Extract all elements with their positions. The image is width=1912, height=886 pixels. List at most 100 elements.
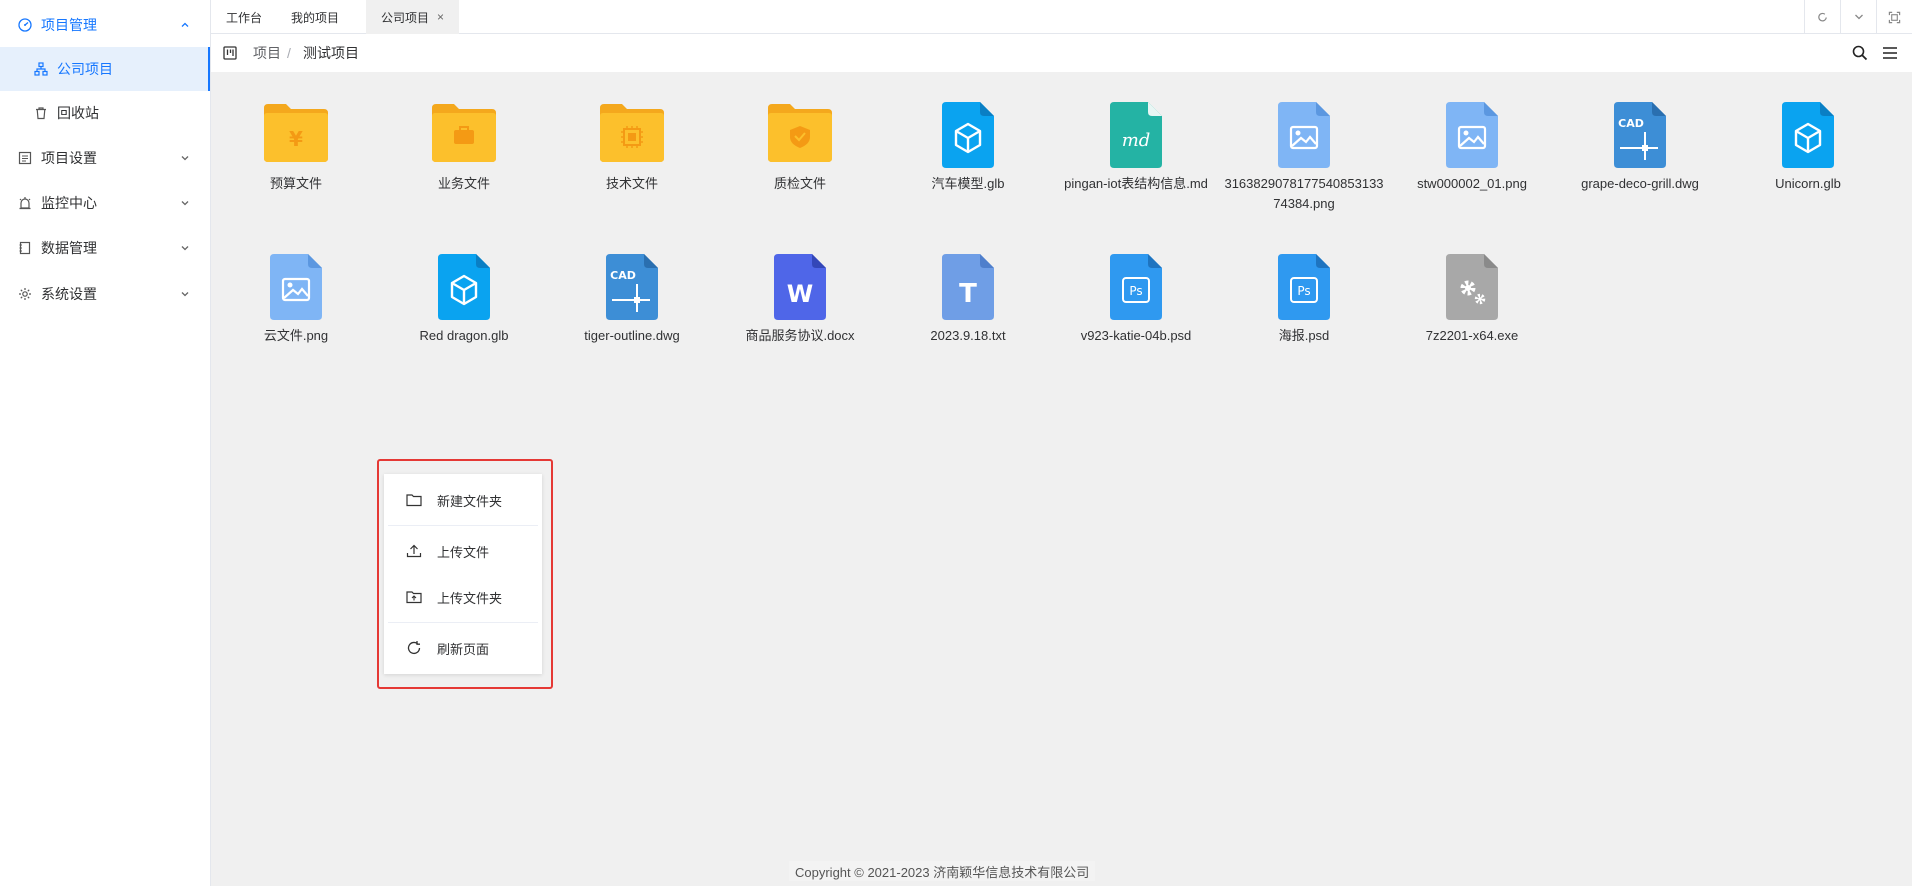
menu-system-settings-label: 系统设置 <box>41 285 97 302</box>
menu-item-refresh[interactable]: 刷新页面 <box>384 625 542 671</box>
file-item[interactable]: stw000002_01.png <box>1388 102 1556 194</box>
cad-glyph: CAD <box>610 269 636 282</box>
file-name: v923-katie-04b.psd <box>1080 328 1192 343</box>
breadcrumb: 项目 / 测试项目 <box>211 34 1912 72</box>
breadcrumb-root-link[interactable]: 项目 <box>253 34 281 72</box>
word-file-icon: W <box>768 254 832 320</box>
tab-my-projects-label: 我的项目 <box>291 10 340 25</box>
file-name: 质检文件 <box>773 176 826 191</box>
file-item[interactable]: Unicorn.glb <box>1724 102 1892 194</box>
file-item[interactable]: 技术文件 <box>548 102 716 194</box>
file-item[interactable]: W 商品服务协议.docx <box>716 254 884 346</box>
file-name: 海报.psd <box>1278 328 1330 343</box>
file-item[interactable]: 316382907817754085313374384.png <box>1220 102 1388 214</box>
menu-item-upload-folder-label: 上传文件夹 <box>437 590 503 606</box>
menu-divider <box>388 622 538 623</box>
chevron-up-icon <box>180 20 190 30</box>
menu-divider <box>388 525 538 526</box>
sidebar-item-recycle-bin[interactable]: 回收站 <box>0 91 210 135</box>
image-file-icon <box>1272 102 1336 168</box>
menu-item-new-folder[interactable]: 新建文件夹 <box>384 477 542 523</box>
file-item[interactable]: Ps 海报.psd <box>1220 254 1388 346</box>
menu-data-management[interactable]: 数据管理 <box>0 225 210 270</box>
svg-text:¥: ¥ <box>289 127 303 151</box>
refresh-tab-button[interactable] <box>1804 0 1840 34</box>
dashboard-icon <box>18 17 32 32</box>
cube-file-icon <box>936 102 1000 168</box>
file-name: 316382907817754085313374384.png <box>1224 176 1384 211</box>
menu-item-upload-folder[interactable]: 上传文件夹 <box>384 574 542 620</box>
menu-system-settings[interactable]: 系统设置 <box>0 271 210 316</box>
notebook-icon <box>18 241 32 255</box>
chevron-down-icon <box>180 289 190 299</box>
chevron-down-icon <box>1854 14 1863 20</box>
menu-project-management[interactable]: 项目管理 <box>0 2 210 47</box>
folder-icon <box>432 102 496 168</box>
org-chart-icon <box>34 62 48 76</box>
breadcrumb-current: 测试项目 <box>303 45 359 61</box>
copyright-footer: Copyright © 2021-2023 济南颖华信息技术有限公司 <box>789 861 1096 881</box>
file-item[interactable]: Red dragon.glb <box>380 254 548 346</box>
file-item[interactable]: CAD tiger-outline.dwg <box>548 254 716 346</box>
menu-item-upload-file[interactable]: 上传文件 <box>384 528 542 574</box>
chevron-down-icon <box>180 243 190 253</box>
file-item[interactable]: 汽车模型.glb <box>884 102 1052 194</box>
photoshop-file-icon: Ps <box>1272 254 1336 320</box>
fullscreen-button[interactable] <box>1876 0 1912 34</box>
file-item[interactable]: md pingan-iot表结构信息.md <box>1052 102 1220 194</box>
file-item[interactable]: 云文件.png <box>212 254 380 346</box>
refresh-icon <box>1818 12 1827 21</box>
file-name: 2023.9.18.txt <box>930 328 1006 343</box>
tab-bar: 工作台 我的项目 公司项目 × <box>211 0 1912 34</box>
folder-icon <box>768 102 832 168</box>
file-name: pingan-iot表结构信息.md <box>1064 176 1208 191</box>
menu-project-settings[interactable]: 项目设置 <box>0 135 210 180</box>
cube-file-icon <box>432 254 496 320</box>
tab-company-projects[interactable]: 公司项目 × <box>366 0 460 34</box>
file-name: Unicorn.glb <box>1775 176 1841 191</box>
fullscreen-icon <box>1888 11 1901 23</box>
cad-file-icon: CAD <box>1608 102 1672 168</box>
folder-icon: ¥ <box>264 102 328 168</box>
executable-file-icon <box>1440 254 1504 320</box>
file-item[interactable]: ¥ 预算文件 <box>212 102 380 194</box>
file-name: 云文件.png <box>263 328 329 343</box>
tab-workbench-label: 工作台 <box>226 10 263 25</box>
sidebar-item-recycle-bin-label: 回收站 <box>57 105 99 121</box>
file-item[interactable]: 业务文件 <box>380 102 548 194</box>
tab-workbench[interactable]: 工作台 <box>211 0 277 34</box>
file-item[interactable]: Ps v923-katie-04b.psd <box>1052 254 1220 346</box>
file-item[interactable]: 7z2201-x64.exe <box>1388 254 1556 346</box>
file-name: 7z2201-x64.exe <box>1425 328 1519 343</box>
ps-glyph: Ps <box>1129 284 1142 298</box>
trash-icon <box>34 106 48 120</box>
md-glyph: md <box>1122 130 1151 151</box>
sidebar-item-company-projects-label: 公司项目 <box>57 61 113 77</box>
file-item[interactable]: 质检文件 <box>716 102 884 194</box>
upload-icon <box>406 543 422 559</box>
file-name: 技术文件 <box>605 176 658 191</box>
file-name: 业务文件 <box>437 176 490 191</box>
ps-glyph: Ps <box>1297 284 1310 298</box>
cad-file-icon: CAD <box>600 254 664 320</box>
tab-close-icon[interactable]: × <box>437 10 444 24</box>
menu-data-management-label: 数据管理 <box>41 239 97 256</box>
breadcrumb-separator: / <box>287 45 291 61</box>
menu-monitor-center[interactable]: 监控中心 <box>0 180 210 225</box>
file-item[interactable]: T 2023.9.18.txt <box>884 254 1052 346</box>
search-icon[interactable] <box>1851 44 1869 62</box>
txt-glyph: T <box>959 279 977 309</box>
menu-project-settings-label: 项目设置 <box>41 149 97 166</box>
refresh-icon <box>406 640 422 656</box>
tab-my-projects[interactable]: 我的项目 <box>276 0 354 34</box>
tab-dropdown-button[interactable] <box>1840 0 1876 34</box>
file-name: 商品服务协议.docx <box>745 328 855 343</box>
file-name: Red dragon.glb <box>419 328 509 343</box>
photoshop-file-icon: Ps <box>1104 254 1168 320</box>
kanban-icon <box>223 46 237 60</box>
file-item[interactable]: CAD grape-deco-grill.dwg <box>1556 102 1724 194</box>
sidebar-item-company-projects[interactable]: 公司项目 <box>0 47 210 91</box>
alarm-icon <box>18 196 32 210</box>
menu-icon[interactable] <box>1881 44 1899 62</box>
markdown-file-icon: md <box>1104 102 1168 168</box>
